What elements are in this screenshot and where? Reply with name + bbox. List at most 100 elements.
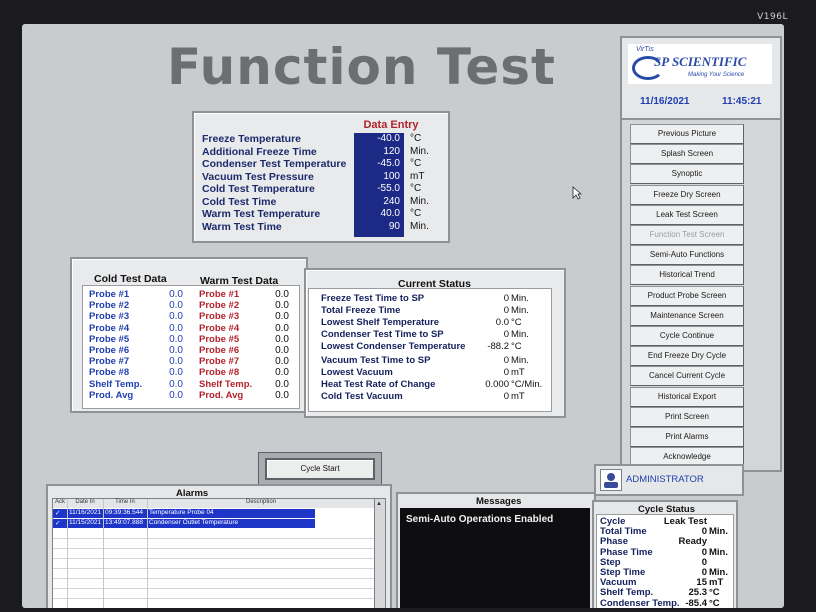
alarm-empty-row: [53, 559, 375, 569]
user-icon[interactable]: [600, 469, 622, 491]
cold-test-value: 0.0: [169, 289, 183, 300]
cycle-start-frame: Cycle Start: [258, 452, 382, 486]
status-value: 0: [503, 367, 509, 378]
brand-panel: VirTis SP SCIENTIFIC Making Your Science…: [620, 36, 782, 120]
alarm-cell: 11/15/2021: [69, 519, 102, 526]
nav-button[interactable]: Cancel Current Cycle: [630, 366, 744, 387]
cycle-status-unit: Min.: [709, 526, 728, 538]
nav-button[interactable]: Splash Screen: [630, 144, 744, 165]
cold-test-value: 0.0: [169, 345, 183, 356]
nav-button[interactable]: Print Screen: [630, 406, 744, 427]
alarm-column-header: Date In: [67, 499, 104, 505]
nav-button[interactable]: Leak Test Screen: [630, 204, 744, 225]
status-value: 0.000: [485, 379, 509, 390]
probe-data-panel: Cold Test Data Warm Test Data Probe #1 0.…: [70, 257, 308, 413]
warm-test-value: 0.0: [275, 333, 289, 345]
alarm-cell: Condenser Outlet Temperature: [149, 519, 239, 526]
data-entry-unit: Min.: [410, 145, 429, 157]
mouse-pointer-icon: [572, 186, 583, 205]
warm-test-value: 0.0: [275, 289, 289, 300]
cold-test-value: 0.0: [169, 356, 183, 368]
nav-button[interactable]: Product Probe Screen: [630, 285, 744, 306]
data-entry-value[interactable]: 90: [389, 221, 400, 232]
alarms-scrollbar[interactable]: ▲: [374, 498, 386, 608]
cold-test-label: Shelf Temp.: [89, 378, 143, 390]
data-entry-value[interactable]: 240: [383, 196, 400, 207]
status-label: Cold Test Vacuum: [321, 391, 403, 402]
warm-test-value: 0.0: [275, 345, 289, 356]
status-value: 0: [503, 391, 509, 402]
cold-test-value: 0.0: [169, 367, 183, 379]
alarm-empty-row: [53, 549, 375, 559]
nav-button[interactable]: Historical Trend: [630, 265, 744, 286]
data-entry-value[interactable]: -45.0: [377, 158, 400, 169]
brand-tagline: Making Your Science: [688, 72, 745, 78]
message-text: Semi-Auto Operations Enabled: [406, 514, 554, 525]
nav-button[interactable]: Print Alarms: [630, 427, 744, 447]
data-entry-label: Additional Freeze Time: [202, 145, 317, 158]
nav-button[interactable]: Semi-Auto Functions: [630, 245, 744, 266]
status-label: Total Freeze Time: [321, 305, 401, 316]
status-unit: Min.: [511, 305, 529, 316]
cold-test-label: Prod. Avg: [89, 389, 134, 401]
brand-name: SP SCIENTIFIC: [654, 54, 747, 69]
data-entry-label: Freeze Temperature: [202, 133, 302, 145]
cold-test-label: Probe #1: [89, 289, 130, 300]
status-unit: °C/Min.: [511, 379, 543, 390]
cycle-status-value: -85.4: [685, 597, 707, 608]
cycle-start-button[interactable]: Cycle Start: [265, 458, 375, 480]
status-unit: mT: [511, 391, 525, 402]
status-label: Vacuum Test Time to SP: [321, 355, 431, 366]
messages-panel: Messages Semi-Auto Operations Enabled: [396, 492, 596, 608]
status-value: 0: [503, 355, 509, 366]
nav-button[interactable]: Maintenance Screen: [630, 305, 744, 326]
warm-test-label: Probe #2: [199, 300, 240, 312]
status-unit: Min.: [511, 293, 529, 304]
alarm-row[interactable]: ✓ 11/16/2021 09:39:36.544 Temperature Probe…: [53, 509, 315, 518]
probe-data-table: Probe #1 0.0 Probe #2 0.0 Probe #3 0.0 Probe #…: [82, 285, 300, 409]
alarm-column-header: Time In: [103, 499, 148, 505]
nav-button[interactable]: Synoptic: [630, 164, 744, 185]
data-entry-label: Cold Test Time: [202, 195, 277, 208]
nav-button[interactable]: Historical Export: [630, 386, 744, 407]
warm-test-label: Probe #8: [199, 367, 240, 379]
status-value: 0: [503, 329, 509, 340]
monitor-model-label: V196L: [757, 12, 788, 22]
data-entry-value[interactable]: -55.0: [377, 183, 400, 194]
user-panel: ADMINISTRATOR: [594, 464, 744, 496]
cold-test-value: 0.0: [169, 333, 183, 345]
warm-test-label: Probe #4: [199, 322, 240, 334]
scroll-up-icon[interactable]: ▲: [376, 501, 382, 507]
data-entry-value[interactable]: 40.0: [381, 208, 400, 219]
clock-time: 11:45:21: [722, 96, 762, 107]
data-entry-panel: Data Entry Freeze Temperature -40.0 °C Addi…: [192, 111, 450, 243]
nav-button[interactable]: Cycle Continue: [630, 326, 744, 346]
cold-test-value: 0.0: [169, 311, 183, 323]
alarm-column-divider: [67, 499, 68, 608]
data-entry-value[interactable]: 120: [383, 146, 400, 157]
nav-button[interactable]: Previous Picture: [630, 124, 744, 144]
warm-test-value: 0.0: [275, 378, 289, 390]
cold-test-label: Probe #5: [89, 333, 130, 345]
alarm-column-divider: [147, 499, 148, 608]
data-entry-unit: °C: [410, 208, 422, 219]
data-entry-value[interactable]: 100: [383, 171, 400, 182]
nav-button[interactable]: End Freeze Dry Cycle: [630, 346, 744, 367]
cold-test-label: Probe #2: [89, 300, 130, 312]
data-entry-value[interactable]: -40.0: [377, 133, 400, 144]
alarm-cell: ✓: [55, 520, 61, 527]
current-status-panel: Current Status Freeze Test Time to SP 0 Mi…: [304, 268, 566, 418]
alarm-empty-row: [53, 589, 375, 599]
nav-button[interactable]: Freeze Dry Screen: [630, 184, 744, 205]
cold-test-label: Probe #3: [89, 311, 130, 323]
alarm-empty-row: [53, 529, 375, 539]
cold-test-label: Probe #8: [89, 367, 130, 379]
warm-test-value: 0.0: [275, 356, 289, 368]
alarm-row[interactable]: ✓ 11/15/2021 13:49:07.888 Condenser Outlet …: [53, 519, 315, 528]
warm-test-value: 0.0: [275, 300, 289, 312]
alarm-empty-row: [53, 599, 375, 608]
cold-test-heading: Cold Test Data: [94, 273, 167, 285]
alarm-cell: 09:39:36.544: [105, 509, 143, 516]
current-status-table: Freeze Test Time to SP 0 Min. Total Freeze …: [308, 288, 552, 412]
warm-test-value: 0.0: [275, 389, 289, 401]
